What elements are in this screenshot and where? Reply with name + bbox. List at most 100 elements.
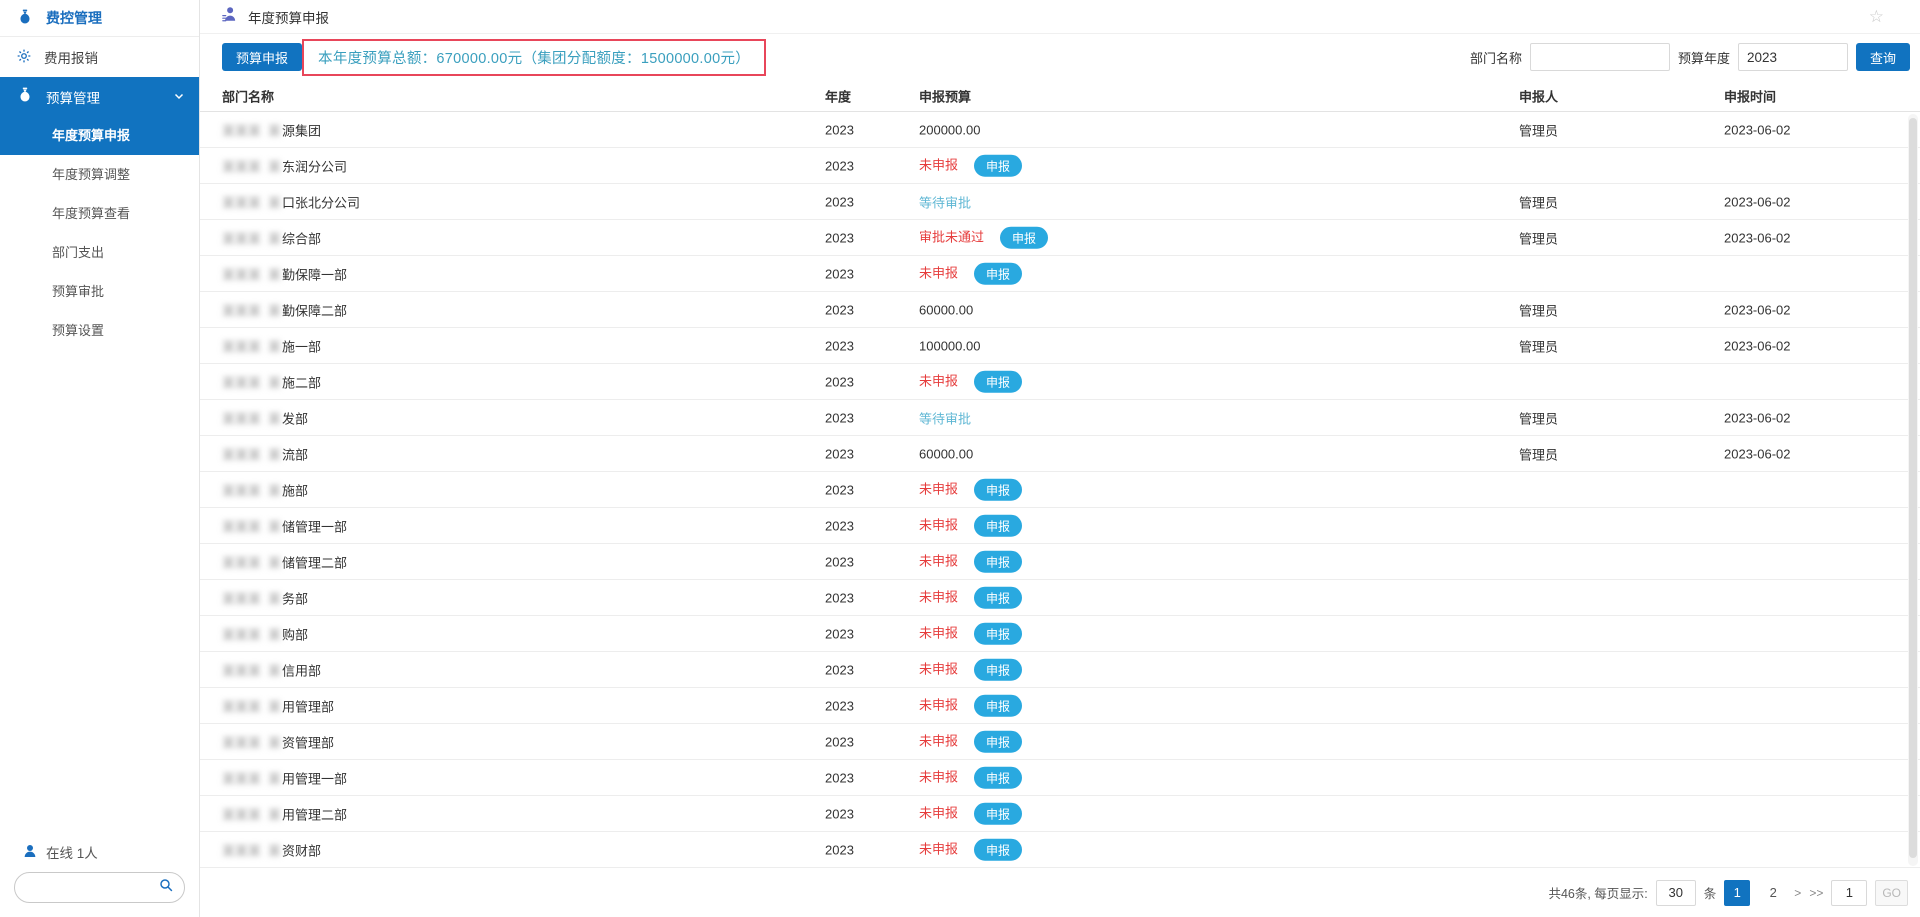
- declare-button[interactable]: 申报: [974, 478, 1023, 501]
- sidebar-subitem-4[interactable]: 部门支出: [0, 233, 199, 272]
- last-page-button[interactable]: >>: [1809, 886, 1823, 900]
- dept-name-cell: 某某某 某东润分公司: [222, 156, 347, 175]
- sidebar-search-input[interactable]: [25, 880, 158, 895]
- scrollbar[interactable]: [1908, 114, 1918, 866]
- redacted-blur: 某: [268, 519, 282, 534]
- status-text: 未申报: [919, 265, 959, 281]
- redacted-blur: 某: [268, 771, 282, 786]
- unit-label: 条: [1703, 887, 1717, 901]
- table-row: 某某某 某储管理二部 2023 未申报 申报: [200, 544, 1920, 580]
- scrollbar-thumb[interactable]: [1909, 118, 1917, 858]
- redacted-blur: 某: [268, 555, 282, 570]
- dept-name-cell: 某某某 某勤保障二部: [222, 300, 347, 319]
- page-button-2[interactable]: 2: [1760, 880, 1786, 906]
- table-row: 某某某 某源集团 2023 200000.00 管理员 2023-06-02: [200, 112, 1920, 148]
- redacted-blur: 某某某: [222, 339, 262, 354]
- main-panel: 年度预算申报 ☆ 预算申报 本年度预算总额：670000.00元（集团分配额度：…: [200, 0, 1920, 917]
- redacted-blur: 某: [268, 447, 282, 462]
- declare-time-cell: 2023-06-02: [1724, 302, 1791, 317]
- table-row: 某某某 某购部 2023 未申报 申报: [200, 616, 1920, 652]
- status-text: 审批未通过: [919, 229, 985, 245]
- status-text: 未申报: [919, 481, 959, 497]
- budget-cell: 等待审批: [919, 408, 987, 427]
- sidebar-subitem-5[interactable]: 预算审批: [0, 272, 199, 311]
- dept-name-text: 流部: [282, 447, 309, 462]
- sidebar-item-budget-management[interactable]: 预算管理: [0, 77, 199, 116]
- dept-name-text: 勤保障一部: [282, 267, 348, 282]
- declare-button[interactable]: 申报: [974, 766, 1023, 789]
- declare-button[interactable]: 申报: [974, 658, 1023, 681]
- declare-button[interactable]: 申报: [974, 730, 1023, 753]
- app-title: 费控管理: [46, 10, 102, 26]
- redacted-blur: 某某某: [222, 411, 262, 426]
- redacted-blur: 某某某: [222, 699, 262, 714]
- budget-cell: 未申报 申报: [919, 730, 1023, 753]
- declare-button[interactable]: 申报: [974, 802, 1023, 825]
- redacted-blur: 某某某: [222, 303, 262, 318]
- sidebar-subitem-6[interactable]: 预算设置: [0, 311, 199, 350]
- next-page-button[interactable]: >: [1794, 886, 1801, 900]
- budget-cell: 未申报 申报: [919, 478, 1023, 501]
- goto-page-input[interactable]: [1831, 879, 1868, 906]
- budget-cell: 审批未通过 申报: [919, 226, 1049, 249]
- budget-summary-text: 本年度预算总额：670000.00元（集团分配额度：1500000.00元）: [318, 50, 751, 67]
- sidebar-subitem-1[interactable]: 年度预算申报: [0, 116, 199, 155]
- go-button[interactable]: GO: [1875, 879, 1908, 906]
- declarant-cell: 管理员: [1519, 447, 1559, 462]
- declare-time-cell: 2023-06-02: [1724, 410, 1791, 425]
- favorite-star-icon[interactable]: ☆: [1869, 8, 1884, 25]
- sidebar-subitem-3[interactable]: 年度预算查看: [0, 194, 199, 233]
- year-cell: 2023: [825, 338, 854, 353]
- declare-budget-button[interactable]: 预算申报: [222, 43, 303, 71]
- declare-button[interactable]: 申报: [974, 550, 1023, 573]
- toolbar: 预算申报 本年度预算总额：670000.00元（集团分配额度：1500000.0…: [200, 34, 1920, 80]
- status-text: 未申报: [919, 625, 959, 641]
- dept-name-text: 综合部: [282, 231, 322, 246]
- dept-filter-input[interactable]: [1529, 43, 1670, 71]
- declarant-cell: 管理员: [1519, 123, 1559, 138]
- table-row: 某某某 某务部 2023 未申报 申报: [200, 580, 1920, 616]
- table-row: 某某某 某储管理一部 2023 未申报 申报: [200, 508, 1920, 544]
- search-icon[interactable]: [158, 877, 174, 898]
- table-row: 某某某 某施二部 2023 未申报 申报: [200, 364, 1920, 400]
- redacted-blur: 某某某: [222, 807, 262, 822]
- redacted-blur: 某: [268, 699, 282, 714]
- query-button[interactable]: 查询: [1855, 43, 1910, 71]
- sidebar-item-expense-report[interactable]: 费用报销: [0, 37, 199, 77]
- dept-name-cell: 某某某 某勤保障一部: [222, 264, 347, 283]
- redacted-blur: 某: [268, 663, 282, 678]
- table-row: 某某某 某用管理一部 2023 未申报 申报: [200, 760, 1920, 796]
- declare-button[interactable]: 申报: [1000, 226, 1049, 249]
- declare-button[interactable]: 申报: [974, 154, 1023, 177]
- dept-name-cell: 某某某 某信用部: [222, 660, 321, 679]
- redacted-blur: 某某某: [222, 231, 262, 246]
- declare-button[interactable]: 申报: [974, 514, 1023, 537]
- dept-name-cell: 某某某 某用管理部: [222, 696, 334, 715]
- sidebar-header: 费控管理: [0, 0, 199, 37]
- budget-cell: 未申报 申报: [919, 766, 1023, 789]
- table-header: 部门名称 年度 申报预算 申报人 申报时间: [200, 80, 1920, 112]
- person-badge-icon: [220, 5, 238, 28]
- declare-button[interactable]: 申报: [974, 622, 1023, 645]
- budget-cell: 未申报 申报: [919, 694, 1023, 717]
- table-row: 某某某 某资管理部 2023 未申报 申报: [200, 724, 1920, 760]
- declare-button[interactable]: 申报: [974, 838, 1023, 861]
- redacted-blur: 某: [268, 591, 282, 606]
- year-filter-input[interactable]: [1737, 43, 1848, 71]
- declare-button[interactable]: 申报: [974, 370, 1023, 393]
- dept-name-text: 东润分公司: [282, 159, 348, 174]
- redacted-blur: 某某某: [222, 375, 262, 390]
- budget-cell: 未申报 申报: [919, 370, 1023, 393]
- dept-name-text: 信用部: [282, 663, 322, 678]
- sidebar-subitem-2[interactable]: 年度预算调整: [0, 155, 199, 194]
- redacted-blur: 某某某: [222, 771, 262, 786]
- dept-name-cell: 某某某 某施二部: [222, 372, 321, 391]
- dept-name-cell: 某某某 某源集团: [222, 120, 321, 139]
- redacted-blur: 某: [268, 123, 282, 138]
- page-size-input[interactable]: [1655, 879, 1696, 906]
- declare-button[interactable]: 申报: [974, 694, 1023, 717]
- declare-button[interactable]: 申报: [974, 586, 1023, 609]
- declare-button[interactable]: 申报: [974, 262, 1023, 285]
- page-button-1[interactable]: 1: [1724, 879, 1751, 906]
- year-cell: 2023: [825, 842, 854, 857]
